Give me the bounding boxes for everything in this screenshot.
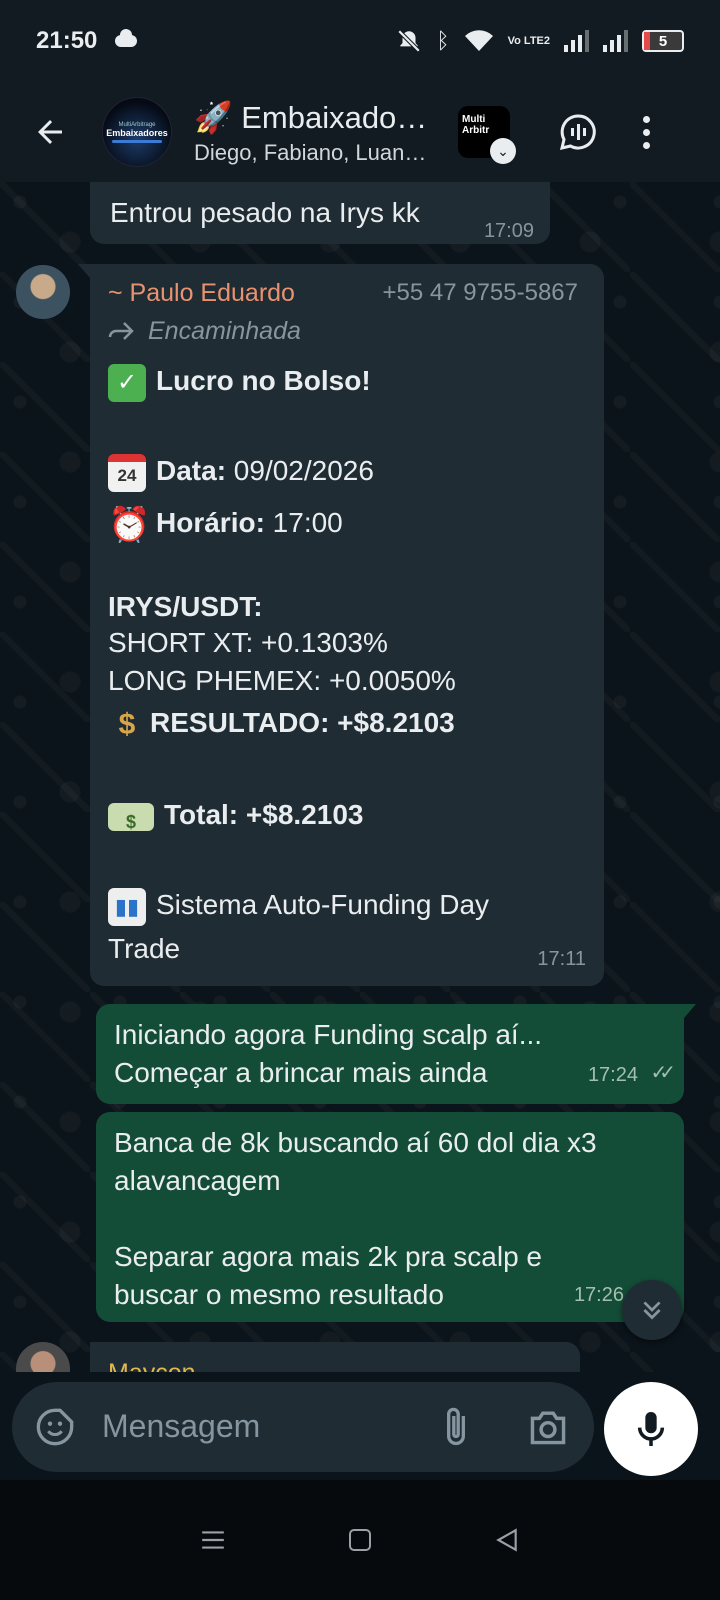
status-bar: 21:50 ᛒ Vo LTE2 5 <box>0 0 720 82</box>
status-icons: ᛒ Vo LTE2 5 <box>396 28 684 54</box>
time-label: Horário: <box>156 507 265 538</box>
chat-header: MultiArbitrage Embaixadores 🚀 Embaixado…… <box>0 82 720 182</box>
system-line: ▮▮ Sistema Auto-Funding Day <box>108 886 489 926</box>
time-value: 17:00 <box>264 507 343 538</box>
message-bubble-incoming[interactable]: Entrou pesado na Irys kk 17:09 <box>90 182 550 244</box>
forwarded-text: Encaminhada <box>148 317 301 345</box>
double-chevron-down-icon <box>643 1301 661 1320</box>
sender-avatar[interactable] <box>16 265 70 319</box>
check-mark-icon: ✓ <box>108 363 146 402</box>
date-value: 09/02/2026 <box>226 455 374 486</box>
pair-line: IRYS/USDT: <box>108 588 263 626</box>
status-time: 21:50 <box>36 27 98 54</box>
message-input[interactable]: Mensagem <box>12 1382 594 1472</box>
short-line: SHORT XT: +0.1303% <box>108 627 388 658</box>
cloud-icon <box>115 29 138 47</box>
read-receipt-icon: ✓✓ <box>650 1062 675 1084</box>
result: RESULTADO: +$8.2103 <box>150 707 455 738</box>
battery-icon: 5 <box>642 30 684 52</box>
calendar-day: 24 <box>117 465 137 485</box>
triangle-back-icon <box>495 1528 517 1552</box>
message-line-2: Começar a brincar mais ainda <box>114 1057 488 1088</box>
system-text-2: Trade <box>108 933 181 964</box>
message-title: Lucro no Bolso! <box>156 365 371 396</box>
message-time: 17:26 <box>573 1284 624 1306</box>
group-name: 🚀 Embaixado… <box>194 99 428 135</box>
back-arrow-icon[interactable] <box>28 110 72 154</box>
message-placeholder: Mensagem <box>102 1408 261 1444</box>
group-members: Diego, Fabiano, Luan… <box>194 139 427 165</box>
volte-indicator: Vo LTE2 <box>507 34 550 47</box>
wifi-icon <box>464 30 493 51</box>
money-bag-icon: $ <box>118 707 136 741</box>
square-icon <box>348 1529 371 1551</box>
date-label: Data: <box>156 455 227 486</box>
chevron-down-icon: ⌄ <box>490 138 516 164</box>
sender-name[interactable]: ~ Paulo Eduardo <box>108 274 295 312</box>
group-avatar-label: Embaixadores <box>106 127 168 138</box>
menu-lines-icon <box>202 1531 225 1549</box>
system-text-1: Sistema Auto-Funding Day <box>156 889 490 920</box>
message-time: 17:24 <box>587 1064 638 1086</box>
long-line: LONG PHEMEX: +0.0050% <box>108 665 456 696</box>
forward-arrow-icon <box>108 322 134 340</box>
message-time-line: ⏰ Horário: 17:00 <box>108 504 343 544</box>
forwarded-label: Encaminhada <box>108 312 301 350</box>
back-button[interactable] <box>487 1520 527 1560</box>
message-line-1: Banca de 8k buscando aí 60 dol dia x3 <box>114 1127 597 1158</box>
message-line-3: Separar agora mais 2k pra scalp e <box>114 1241 542 1272</box>
message-bubble-outgoing[interactable]: Iniciando agora Funding scalp aí... Come… <box>96 1004 696 1104</box>
signal-1-icon <box>564 30 589 52</box>
paperclip-icon[interactable] <box>436 1404 476 1450</box>
message-title-line: ✓ Lucro no Bolso! <box>108 362 371 402</box>
sender-phone[interactable]: +55 47 9755-5867 <box>382 274 578 312</box>
message-line-2: alavancagem <box>114 1165 281 1196</box>
community-label-1: Multi <box>462 114 486 125</box>
message-line-4: buscar o mesmo resultado <box>114 1279 444 1310</box>
home-button[interactable] <box>340 1520 380 1560</box>
voice-chat-icon[interactable] <box>556 110 600 154</box>
group-info[interactable]: 🚀 Embaixado… Diego, Fabiano, Luan… <box>194 99 444 166</box>
group-avatar[interactable]: MultiArbitrage Embaixadores <box>102 97 172 167</box>
message-text: Entrou pesado na Irys kk <box>110 197 420 228</box>
composer: Mensagem <box>0 1372 720 1480</box>
recents-button[interactable] <box>193 1520 233 1560</box>
voice-message-button[interactable] <box>604 1382 698 1476</box>
message-text: Iniciando agora Funding scalp aí... Come… <box>114 1016 542 1092</box>
microphone-icon <box>637 1412 665 1446</box>
message-bubble-forwarded[interactable]: ~ Paulo Eduardo +55 47 9755-5867 Encamin… <box>78 264 604 986</box>
message-bubble-outgoing[interactable]: Banca de 8k buscando aí 60 dol dia x3 al… <box>96 1112 684 1322</box>
community-switcher[interactable]: Multi Arbitr ⌄ <box>458 106 516 164</box>
scroll-to-bottom-button[interactable] <box>622 1280 682 1340</box>
bar-chart-icon: ▮▮ <box>108 887 146 926</box>
result-line: $ RESULTADO: +$8.2103 <box>108 704 455 744</box>
alarm-clock-icon: ⏰ <box>108 505 151 544</box>
more-options-icon[interactable] <box>640 115 652 149</box>
message-line-1: Iniciando agora Funding scalp aí... <box>114 1019 543 1050</box>
calendar-icon: 24 <box>108 453 146 492</box>
signal-2-icon <box>603 30 628 52</box>
message-time: 17:11 <box>537 948 586 970</box>
total-line: $ Total: +$8.2103 <box>108 796 363 834</box>
sticker-emoji-icon[interactable] <box>34 1406 76 1448</box>
bluetooth-icon: ᛒ <box>436 28 450 53</box>
community-label-2: Arbitr <box>462 125 490 136</box>
pair: IRYS/USDT: <box>108 591 263 622</box>
total: Total: +$8.2103 <box>164 799 364 830</box>
dollar-banknote-icon: $ <box>108 802 154 832</box>
group-avatar-underline <box>112 139 162 143</box>
message-date-line: 24 Data: 09/02/2026 <box>108 452 374 492</box>
camera-icon[interactable] <box>524 1404 572 1450</box>
mute-notifications-icon <box>398 29 421 53</box>
message-text: Banca de 8k buscando aí 60 dol dia x3 al… <box>114 1124 597 1314</box>
system-nav-bar <box>0 1480 720 1600</box>
message-time: 17:09 <box>483 220 534 242</box>
